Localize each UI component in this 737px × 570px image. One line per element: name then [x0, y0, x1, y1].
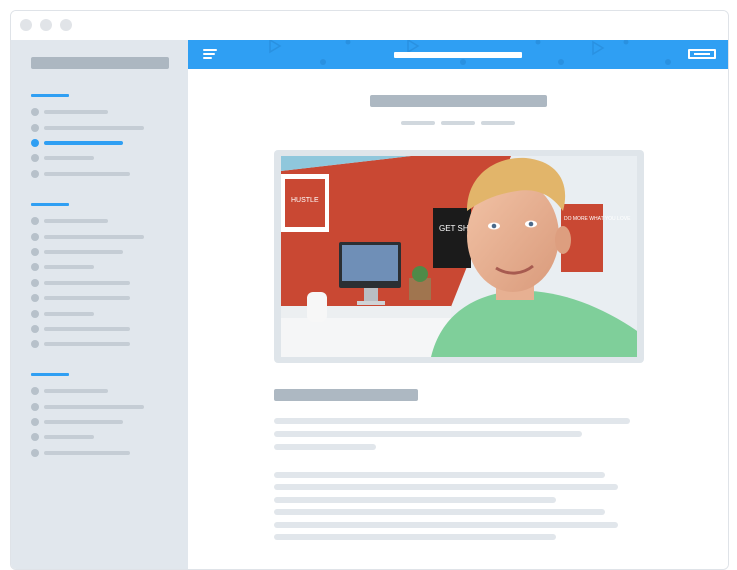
bullet-icon: [31, 433, 39, 441]
text-line: [274, 497, 556, 503]
sidebar-item-label: [44, 126, 144, 130]
topbar-title: [394, 52, 522, 58]
bullet-icon: [31, 217, 39, 225]
bullet-icon: [31, 294, 39, 302]
sidebar-item-label: [44, 451, 130, 455]
maximize-dot[interactable]: [60, 19, 72, 31]
section-heading-1: [31, 94, 69, 97]
video-frame: HUSTLE GET SHIT DONE DO MORE WHAT YOU LO…: [274, 150, 644, 363]
text-line: [274, 509, 605, 515]
section-heading-3: [31, 373, 69, 376]
sidebar-item-label: [44, 156, 94, 160]
sidebar-item-label: [44, 235, 144, 239]
poster-left-text: HUSTLE: [291, 197, 319, 204]
video-thumbnail: HUSTLE GET SHIT DONE DO MORE WHAT YOU LO…: [281, 156, 637, 357]
sidebar-item-label: [44, 281, 130, 285]
minimize-dot[interactable]: [40, 19, 52, 31]
text-line: [274, 431, 582, 437]
sidebar-item-label: [44, 435, 94, 439]
text-line: [274, 444, 376, 450]
bullet-icon: [31, 449, 39, 457]
meta-info: [441, 121, 475, 125]
sidebar-item-label: [44, 389, 108, 393]
sidebar-item-label: [44, 219, 108, 223]
page-title: [370, 95, 547, 107]
sidebar-item-label: [44, 110, 108, 114]
bullet-icon: [31, 170, 39, 178]
sidebar-title: [31, 57, 169, 69]
sidebar-item-label: [44, 420, 123, 424]
bullet-icon: [31, 139, 39, 147]
text-line: [274, 534, 556, 540]
poster-right-text: DO MORE WHAT YOU LOVE: [564, 216, 631, 222]
main-content: HUSTLE GET SHIT DONE DO MORE WHAT YOU LO…: [188, 69, 728, 569]
text-line: [274, 418, 630, 424]
text-line: [274, 484, 618, 490]
bullet-icon: [31, 233, 39, 241]
text-line: [274, 472, 605, 478]
bullet-icon: [31, 279, 39, 287]
bullet-icon: [31, 310, 39, 318]
sidebar-item-label: [44, 172, 130, 176]
sidebar-item-label: [44, 250, 123, 254]
menu-icon[interactable]: [203, 49, 218, 61]
sidebar-navigation: [11, 40, 188, 569]
sidebar-item-label: [44, 342, 130, 346]
bullet-icon: [31, 248, 39, 256]
bullet-icon: [31, 154, 39, 162]
section-heading-2: [31, 203, 69, 206]
window-titlebar: [11, 11, 728, 40]
sidebar-item-label: [44, 296, 130, 300]
bullet-icon: [31, 387, 39, 395]
sidebar-item-label: [44, 327, 130, 331]
sidebar-item-label: [44, 405, 144, 409]
video-player[interactable]: HUSTLE GET SHIT DONE DO MORE WHAT YOU LO…: [281, 156, 637, 357]
section-title: [274, 389, 418, 401]
bullet-icon: [31, 418, 39, 426]
bullet-icon: [31, 108, 39, 116]
text-line: [274, 522, 618, 528]
topbar-action-button[interactable]: [688, 49, 716, 59]
bullet-icon: [31, 124, 39, 132]
bullet-icon: [31, 325, 39, 333]
bullet-icon: [31, 263, 39, 271]
meta-info: [401, 121, 435, 125]
sidebar-item-label: [44, 141, 123, 145]
top-bar: [188, 40, 728, 69]
sidebar-item-label: [44, 312, 94, 316]
browser-window: HUSTLE GET SHIT DONE DO MORE WHAT YOU LO…: [10, 10, 729, 570]
bullet-icon: [31, 340, 39, 348]
close-dot[interactable]: [20, 19, 32, 31]
sidebar-item-label: [44, 265, 94, 269]
bullet-icon: [31, 403, 39, 411]
meta-info: [481, 121, 515, 125]
